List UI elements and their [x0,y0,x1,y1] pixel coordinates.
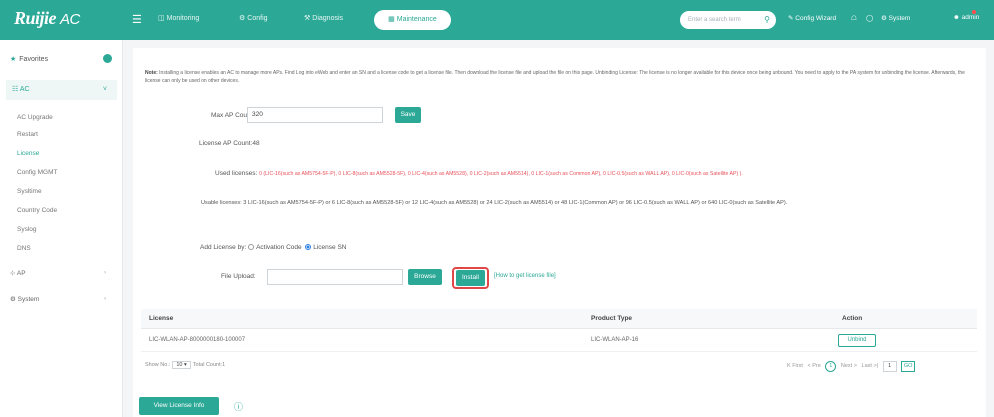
first-page-button[interactable]: K First [787,363,803,369]
prev-page-button[interactable]: < Pre [807,363,820,369]
star-icon: ★ [10,56,17,63]
gear-icon: ⚙ [239,15,246,22]
install-button[interactable]: Install [456,270,485,286]
sidebar-item-dns[interactable]: DNS [17,245,31,252]
license-ap-count: License AP Count:48 [199,140,260,147]
config-wizard-link[interactable]: ✎ Config Wizard [788,14,836,22]
sidebar-item-systime[interactable]: Sysltime [17,188,42,195]
ap-icon: ⊹ [10,270,17,277]
menu-icon[interactable]: ☰ [132,13,142,26]
sidebar-group-system[interactable]: ⚙ System › [10,295,106,303]
sidebar-item-license[interactable]: License [17,150,39,157]
home-icon[interactable]: ☖ [851,14,857,22]
main-content: Note: Installing a license enables an AC… [133,48,986,417]
diagnosis-icon: ⚒ [304,15,311,22]
maintenance-icon: ▦ [388,16,397,23]
radio-activation-code[interactable] [248,244,255,250]
ac-icon: ☷ [12,86,20,93]
sidebar-item-ac-upgrade[interactable]: AC Upgrade [17,114,53,121]
top-bar: Ruijie AC ☰ ◫ Monitoring ⚙ Config ⚒ Diagnosi… [0,0,994,40]
nav-config[interactable]: ⚙ Config [239,14,268,22]
license-note: Note: Installing a license enables an AC… [145,70,965,84]
sidebar-item-restart[interactable]: Restart [17,131,38,138]
used-licenses: Used licenses: 0 (LIC-16(such as AM5754-… [215,170,743,177]
sidebar-group-ap[interactable]: ⊹ AP › [10,269,106,277]
file-upload-input[interactable] [267,269,403,285]
next-page-button[interactable]: Next > [841,363,857,369]
max-ap-input[interactable]: 320 [247,107,383,123]
sidebar-group-ac[interactable]: ☷ AC ˅ [6,80,117,100]
unbind-button[interactable]: Unbind [838,334,876,347]
chevron-right-icon: › [104,295,107,302]
page-1[interactable]: 1 [825,361,837,372]
browse-button[interactable]: Browse [408,269,442,285]
add-license-by: Add License by: Activation Code License … [200,244,347,251]
notification-icon[interactable]: ◯ [866,14,873,22]
sidebar-item-syslog[interactable]: Syslog [17,226,37,233]
last-page-button[interactable]: Last >| [862,363,879,369]
column-license: License [149,315,174,322]
page-size-select[interactable]: 10 ▾ [172,361,191,369]
help-link[interactable]: [How to get license file] [494,273,556,279]
nav-maintenance[interactable]: ▦ Maintenance [374,10,451,30]
pager-size: Show No.: 10 ▾ Total Count:1 [145,361,226,369]
logo: Ruijie AC [14,8,80,28]
user-icon: ☻ [953,14,962,21]
column-product-type: Product Type [591,315,633,322]
chevron-down-icon: ˅ [102,86,107,93]
sidebar-item-config-mgmt[interactable]: Config MGMT [17,169,57,176]
goto-page-input[interactable]: 1 [882,361,897,372]
go-button[interactable]: GO [901,361,916,372]
search-icon[interactable]: ⚲ [764,11,770,29]
user-menu[interactable]: ☻ admin [953,14,979,21]
product-type-cell: LIC-WLAN-AP-16 [591,337,639,343]
system-group-icon: ⚙ [10,296,18,303]
search-input[interactable]: Enter a search term ⚲ [680,11,776,29]
radio-license-sn[interactable] [305,244,312,250]
view-license-info-button[interactable]: View License Info [139,397,219,415]
sidebar: ★ Favorites ☷ AC ˅ AC Upgrade Restart Lice… [0,40,123,417]
system-icon: ⚙ [881,15,889,22]
info-icon[interactable]: ⓘ [234,400,243,413]
table-row: LIC-WLAN-AP-8000000180-100007 LIC-WLAN-A… [141,330,977,352]
pagination: K First < Pre 1 Next > Last >| 1 GO [787,361,916,372]
license-cell: LIC-WLAN-AP-8000000180-100007 [149,337,246,343]
usable-licenses: Usable licenses: 3 LIC-16(such as AM5754… [201,200,788,206]
favorites-toggle[interactable] [103,54,112,63]
sidebar-favorites[interactable]: ★ Favorites [10,55,48,63]
sidebar-item-country-code[interactable]: Country Code [17,207,57,214]
nav-monitoring[interactable]: ◫ Monitoring [158,14,199,22]
chevron-right-icon: › [104,269,107,276]
table-header: License Product Type Action [141,309,977,329]
nav-diagnosis[interactable]: ⚒ Diagnosis [304,14,343,22]
save-button[interactable]: Save [395,107,421,123]
monitor-icon: ◫ [158,15,165,22]
column-action: Action [842,315,863,322]
system-menu[interactable]: ⚙ System [881,14,910,22]
file-upload-label: File Upload: [221,273,256,280]
